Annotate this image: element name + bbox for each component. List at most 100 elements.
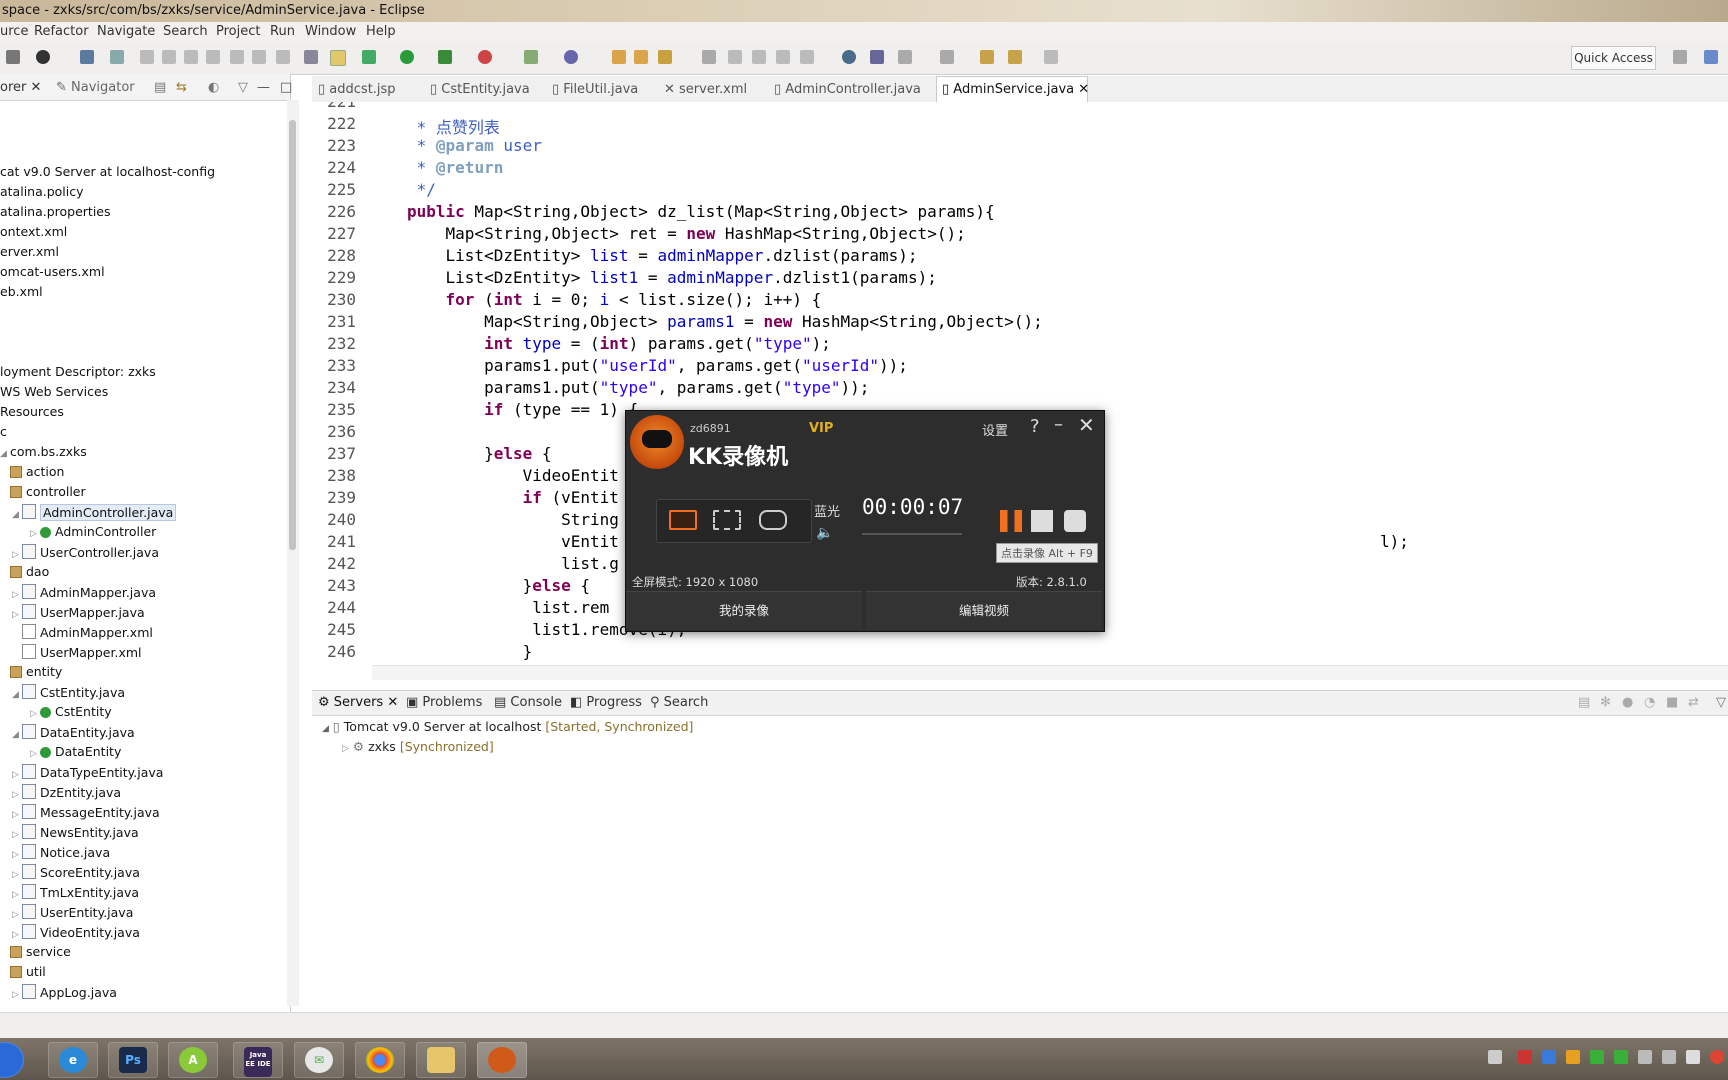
tree-item[interactable]: ▷ UserController.java [12, 544, 159, 564]
publish-icon[interactable]: ⇄ [1688, 695, 1699, 710]
collapse-arrow-icon[interactable]: ◢ [0, 449, 10, 459]
tree-item-selected[interactable]: ◢ AdminController.java [12, 504, 177, 524]
tray-speaker-icon[interactable] [1638, 1050, 1652, 1064]
block-selection-icon[interactable] [776, 50, 790, 64]
java-ee-icon[interactable] [870, 50, 884, 64]
kk-help-button[interactable]: ? [1030, 416, 1040, 437]
server-row[interactable]: ◢ ▯ Tomcat v9.0 Server at localhost [Sta… [322, 719, 693, 734]
tree-item[interactable]: ▷ ScoreEntity.java [12, 864, 140, 884]
expand-arrow-icon[interactable]: ▷ [12, 930, 22, 940]
tab-addcst-jsp[interactable]: ▯ addcst.jsp [318, 82, 396, 97]
java-ee-perspective-icon[interactable] [1704, 50, 1718, 64]
annotation-icon[interactable] [702, 50, 716, 64]
tree-item[interactable]: c [0, 424, 7, 444]
collapse-all-icon[interactable]: ▤ [154, 80, 166, 95]
toggle-mark-icon[interactable] [330, 50, 346, 66]
kk-quality-label[interactable]: 蓝光 [814, 501, 840, 520]
tray-monitor-icon[interactable] [1488, 1050, 1502, 1064]
tree-item[interactable]: ▷ AppLog.java [12, 984, 117, 1004]
step-into-icon[interactable] [230, 50, 244, 64]
tab-cstentity-java[interactable]: ▯ CstEntity.java [430, 82, 530, 97]
fullscreen-mode-icon[interactable] [669, 510, 697, 530]
volume-icon[interactable]: 🔈 [816, 525, 833, 541]
tab-adminservice-java[interactable]: ▯ AdminService.java ✕ [942, 82, 1089, 97]
expand-arrow-icon[interactable]: ▷ [30, 709, 40, 719]
tree-item[interactable]: atalina.properties [0, 204, 111, 224]
tree-item[interactable]: ontext.xml [0, 224, 67, 244]
next-annotation-icon[interactable] [898, 50, 912, 64]
minimize-view-icon[interactable]: — [257, 80, 270, 95]
view-menu-icon[interactable]: ◐ [208, 80, 219, 95]
explorer-scrollbar[interactable] [287, 100, 299, 1006]
kk-my-recordings-button[interactable]: 我的录像 [626, 591, 862, 630]
tree-item[interactable]: entity [10, 664, 62, 684]
tray-qq-icon[interactable] [1566, 1050, 1580, 1064]
expand-arrow-icon[interactable]: ▷ [342, 744, 349, 754]
resume-icon[interactable] [140, 50, 154, 64]
back-icon[interactable] [1008, 50, 1022, 64]
external-tools-icon[interactable] [478, 50, 492, 64]
tree-item[interactable]: action [10, 464, 64, 484]
save-icon[interactable] [6, 50, 20, 64]
tray-flag-icon[interactable] [1518, 1050, 1532, 1064]
expand-arrow-icon[interactable]: ▷ [12, 910, 22, 920]
expand-arrow-icon[interactable]: ▷ [12, 550, 22, 560]
expand-arrow-icon[interactable]: ▷ [12, 830, 22, 840]
editor-horizontal-scrollbar[interactable] [372, 665, 1728, 680]
expand-arrow-icon[interactable]: ▷ [12, 870, 22, 880]
tree-item[interactable]: ▷ DataTypeEntity.java [12, 764, 163, 784]
tree-item[interactable]: Resources [0, 404, 64, 424]
stop-icon[interactable] [1031, 510, 1053, 532]
tree-item[interactable]: util [10, 964, 46, 984]
kk-vip-badge[interactable]: VIP [809, 421, 833, 436]
last-edit-icon[interactable] [980, 50, 994, 64]
tree-item[interactable]: ▷ VideoEntity.java [12, 924, 140, 944]
pin-icon[interactable] [728, 50, 742, 64]
expand-arrow-icon[interactable]: ▷ [12, 850, 22, 860]
profile-server-icon[interactable]: ◔ [1644, 695, 1655, 710]
expand-arrow-icon[interactable]: ▷ [12, 770, 22, 780]
tree-item[interactable]: ▷ CstEntity [30, 704, 112, 724]
tree-item[interactable]: omcat-users.xml [0, 264, 105, 284]
tree-item[interactable]: loyment Descriptor: zxks [0, 364, 156, 384]
tree-item[interactable]: WS Web Services [0, 384, 108, 404]
tab-navigator[interactable]: ✎ Navigator [56, 80, 135, 95]
tab-server-xml[interactable]: ✕ server.xml [664, 82, 747, 97]
tree-item[interactable]: atalina.policy [0, 184, 84, 204]
web-browser-icon[interactable] [842, 50, 856, 64]
tab-progress[interactable]: ◧ Progress [570, 695, 642, 710]
previous-annotation-icon[interactable] [940, 50, 954, 64]
tree-item[interactable]: controller [10, 484, 86, 504]
taskbar-kk-recorder[interactable] [477, 1042, 527, 1078]
debug-icon[interactable] [36, 50, 50, 64]
tree-item[interactable]: ▷ UserMapper.java [12, 604, 145, 624]
quick-access-field[interactable]: Quick Access [1571, 46, 1656, 70]
tree-item[interactable]: cat v9.0 Server at localhost-config [0, 164, 215, 184]
view-menu-icon[interactable]: ▽ [1716, 695, 1726, 710]
tray-chat-icon[interactable] [1614, 1050, 1628, 1064]
tree-item[interactable]: ▷ Notice.java [12, 844, 110, 864]
collapse-arrow-icon[interactable]: ◢ [322, 724, 329, 734]
expand-arrow-icon[interactable]: ▷ [12, 610, 22, 620]
scrollbar-thumb[interactable] [289, 120, 296, 550]
terminate-icon[interactable] [184, 50, 198, 64]
menu-window[interactable]: Window [305, 24, 356, 39]
collapse-arrow-icon[interactable]: ◢ [12, 510, 22, 520]
expand-arrow-icon[interactable]: ▷ [30, 749, 40, 759]
expand-arrow-icon[interactable]: ▷ [30, 529, 40, 539]
tree-item[interactable]: ◢ CstEntity.java [12, 684, 125, 704]
menu-help[interactable]: Help [366, 24, 396, 39]
tab-console[interactable]: ▤ Console [494, 695, 562, 710]
tab-problems[interactable]: ▣ Problems [406, 695, 482, 710]
new-server-icon[interactable] [362, 50, 376, 64]
menu-refactor[interactable]: Refactor [34, 24, 89, 39]
tree-item[interactable]: eb.xml [0, 284, 43, 304]
disconnect-icon[interactable] [206, 50, 220, 64]
debug-server-icon[interactable]: ✻ [1600, 695, 1611, 710]
tree-item[interactable]: ▷ AdminMapper.java [12, 584, 156, 604]
link-editor-icon[interactable]: ⇆ [176, 80, 187, 95]
tree-item[interactable]: ▷ AdminController [30, 524, 156, 544]
menu-navigate[interactable]: Navigate [97, 24, 155, 39]
collapse-icon[interactable]: ▤ [1578, 695, 1590, 710]
expand-arrow-icon[interactable]: ▷ [12, 990, 22, 1000]
